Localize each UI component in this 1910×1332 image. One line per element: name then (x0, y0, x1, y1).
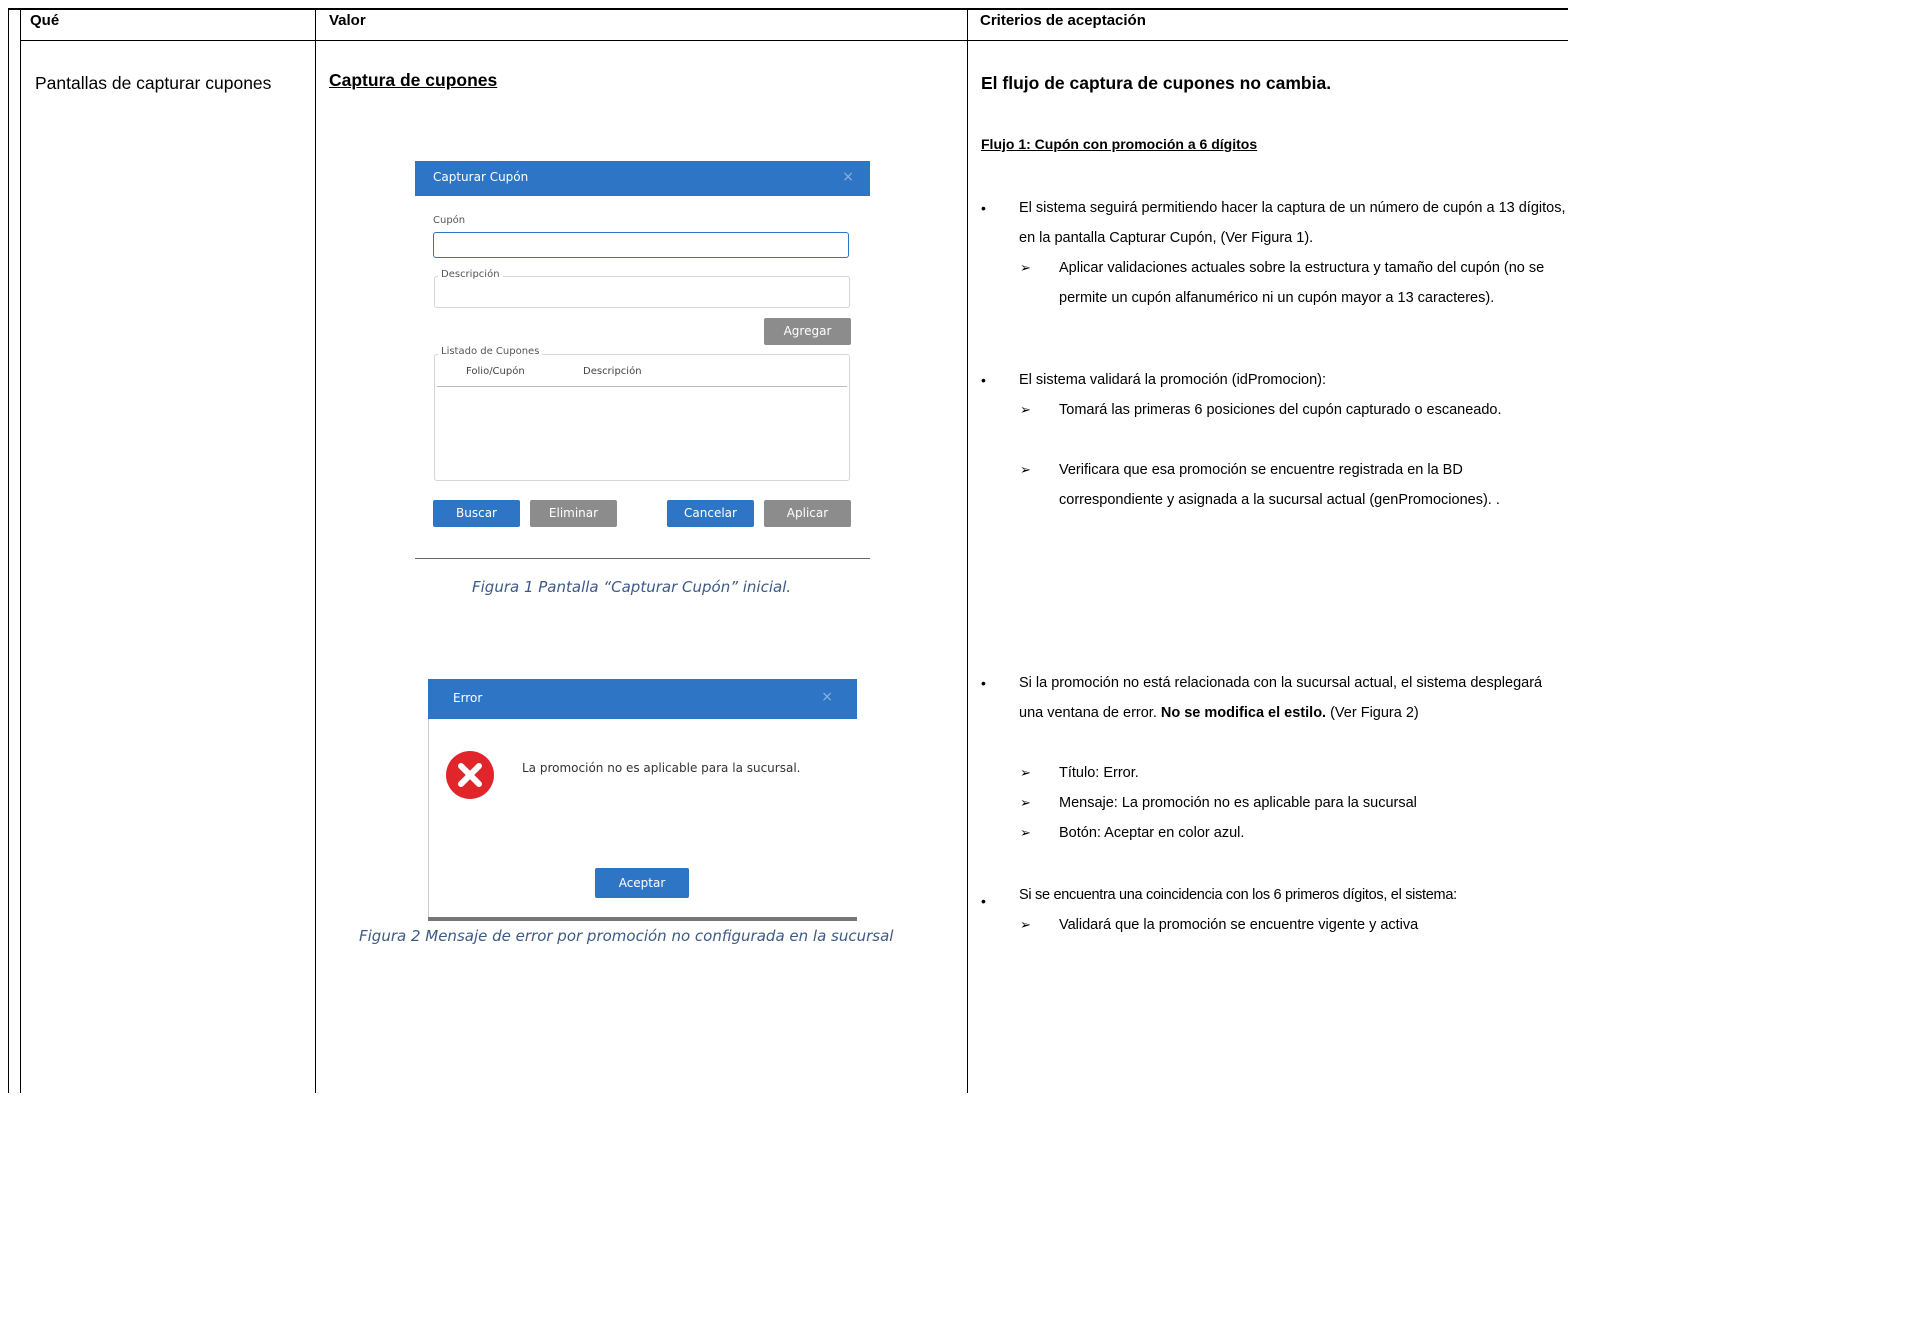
arrow-3-3: ➢ (1020, 825, 1031, 840)
listado-header-line (437, 386, 847, 387)
arrow-1-1: ➢ (1020, 260, 1031, 275)
close-icon[interactable]: × (821, 689, 833, 705)
error-x-icon (446, 751, 494, 799)
criterion-2-detail-1: Tomará las primeras 6 posiciones del cup… (1059, 402, 1502, 418)
header-que: Qué (30, 12, 60, 29)
criterion-4: Si se encuentra una coincidencia con los… (1019, 887, 1457, 903)
criterion-1: El sistema seguirá permitiendo hacer la … (1019, 200, 1566, 246)
aplicar-button[interactable]: Aplicar (764, 500, 851, 527)
criterion-4-detail: Validará que la promoción se encuentre v… (1059, 917, 1419, 933)
cancelar-button[interactable]: Cancelar (667, 500, 754, 527)
col-folio-header: Folio/Cupón (466, 366, 525, 377)
cupon-input[interactable] (433, 232, 849, 258)
arrow-3-1: ➢ (1020, 765, 1031, 780)
criterion-3-bold: No se modifica el estilo. (1160, 705, 1327, 721)
figure1-dialog: Capturar Cupón × Cupón Descripción Agreg… (415, 161, 870, 560)
buscar-button[interactable]: Buscar (433, 500, 520, 527)
criterion-3-ref: (Ver Figura 2) (1326, 705, 1419, 721)
criterion-2-detail-2: Verificara que esa promoción se encuentr… (1059, 462, 1500, 508)
eliminar-button[interactable]: Eliminar (530, 500, 617, 527)
bullet-2: • (981, 372, 986, 388)
section-title: Captura de cupones (329, 70, 498, 90)
error-message: La promoción no es aplicable para la suc… (522, 761, 801, 775)
col-descripcion-header: Descripción (583, 366, 642, 377)
criteria-title: El flujo de captura de cupones no cambia… (981, 73, 1332, 93)
header-divider (20, 40, 1568, 41)
criterion-2: El sistema validará la promoción (idProm… (1019, 372, 1327, 388)
cupon-label: Cupón (433, 215, 466, 226)
listado-legend: Listado de Cupones (438, 346, 543, 357)
bullet-4: • (981, 893, 986, 909)
column-divider-1 (315, 8, 316, 1093)
bullet-1: • (981, 200, 986, 216)
arrow-2-2: ➢ (1020, 462, 1031, 477)
column-divider-2 (967, 8, 968, 1093)
arrow-3-2: ➢ (1020, 795, 1031, 810)
figure1-caption: Figura 1 Pantalla “Capturar Cupón” inici… (472, 578, 792, 596)
close-icon[interactable]: × (842, 169, 854, 185)
figure2-caption: Figura 2 Mensaje de error por promoción … (359, 927, 894, 945)
table-border-left (20, 8, 21, 1093)
criterion-3-detail-3: Botón: Aceptar en color azul. (1059, 825, 1245, 841)
table-border-left-outer (8, 8, 9, 1093)
figure1-dialog-title: Capturar Cupón (433, 170, 529, 184)
figure2-left-border (428, 719, 429, 919)
figure2-dialog-header: Error × (428, 679, 857, 719)
criterion-1-detail: Aplicar validaciones actuales sobre la e… (1059, 260, 1545, 306)
arrow-2-1: ➢ (1020, 402, 1031, 417)
figure1-dialog-header: Capturar Cupón × (415, 161, 870, 196)
arrow-4-1: ➢ (1020, 917, 1031, 932)
bullet-3: • (981, 675, 986, 691)
descripcion-legend: Descripción (438, 269, 503, 280)
figure2-dialog: Error × La promoción no es aplicable par… (428, 679, 857, 921)
criterion-3-detail-1: Título: Error. (1059, 765, 1139, 781)
screen-name: Pantallas de capturar cupones (35, 73, 272, 93)
header-criterios: Criterios de aceptación (980, 12, 1146, 29)
aceptar-button[interactable]: Aceptar (595, 868, 689, 898)
figure2-bottom-border (428, 917, 857, 921)
descripcion-fieldset (434, 276, 850, 308)
table-border-top (8, 8, 1568, 10)
criterion-3-detail-2: Mensaje: La promoción no es aplicable pa… (1059, 795, 1417, 811)
flujo-1-heading: Flujo 1: Cupón con promoción a 6 dígitos (981, 136, 1258, 152)
header-valor: Valor (329, 12, 366, 29)
figure1-bottom-border (415, 558, 870, 559)
agregar-button[interactable]: Agregar (764, 318, 851, 345)
figure2-dialog-title: Error (453, 691, 483, 705)
criterion-3: Si la promoción no está relacionada con … (1019, 668, 1567, 728)
